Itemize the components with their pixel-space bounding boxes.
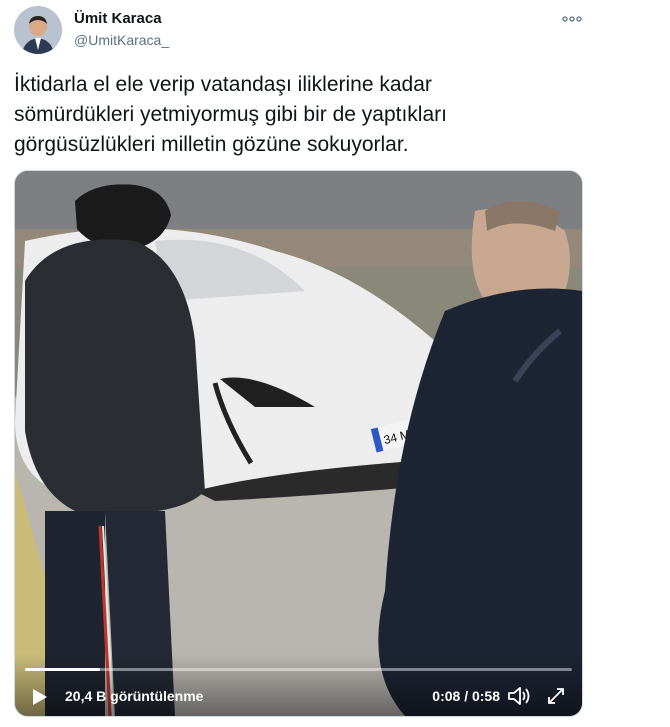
more-icon (562, 16, 582, 22)
author-block: Ümit Karaca @UmitKaraca_ (74, 10, 169, 50)
fullscreen-icon (548, 688, 564, 704)
fullscreen-button[interactable] (544, 684, 568, 708)
author-handle[interactable]: @UmitKaraca_ (74, 30, 169, 50)
avatar-image (14, 6, 62, 54)
view-count: 20,4 B görüntülenme (65, 688, 204, 704)
volume-icon (508, 687, 530, 705)
volume-button[interactable] (506, 684, 532, 708)
tweet: Ümit Karaca @UmitKaraca_ İktidarla el el… (0, 0, 670, 727)
play-button[interactable] (29, 686, 51, 708)
progress-bar[interactable] (25, 668, 572, 671)
play-icon (33, 689, 47, 705)
video-player[interactable]: 34 M 20,4 B görüntülenme 0:08 / 0:58 (14, 170, 583, 717)
author-name[interactable]: Ümit Karaca (74, 10, 169, 28)
video-controls: 20,4 B görüntülenme 0:08 / 0:58 (15, 654, 582, 716)
time-display: 0:08 / 0:58 (432, 688, 500, 704)
progress-fill (25, 668, 101, 671)
tweet-text: İktidarla el ele verip vatandaşı ilikler… (14, 73, 447, 156)
more-button[interactable] (556, 8, 588, 30)
video-frame: 34 M (15, 171, 582, 716)
avatar[interactable] (14, 6, 62, 54)
